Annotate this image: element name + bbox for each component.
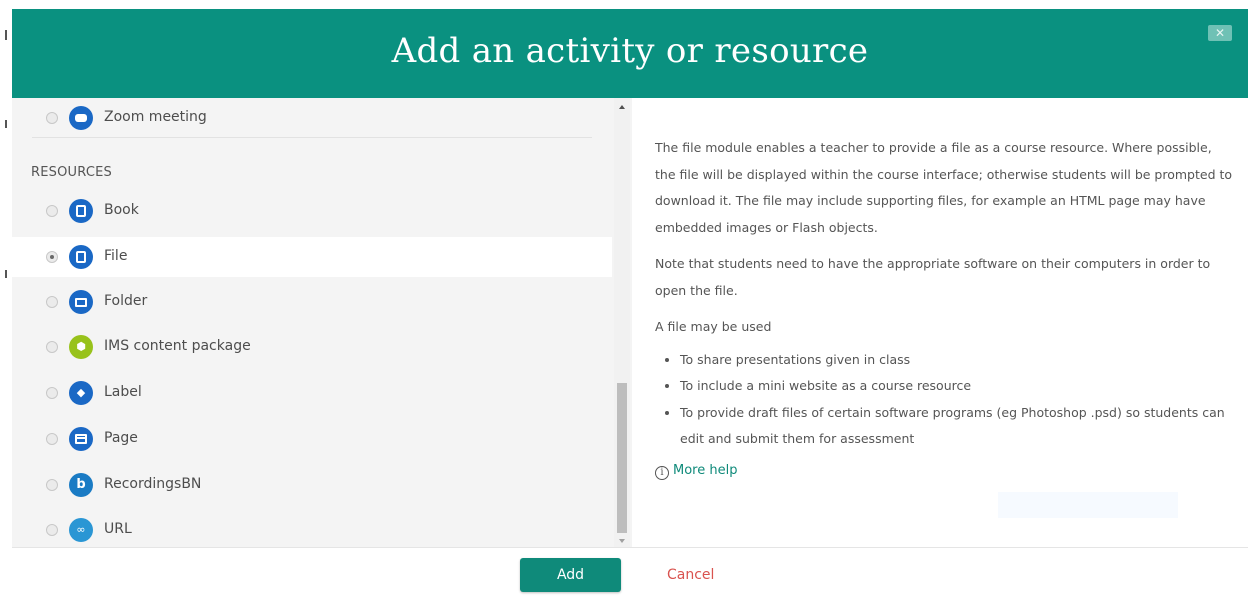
background-page-edge	[0, 0, 12, 600]
dialog-footer: Add Cancel	[12, 547, 1248, 600]
scroll-up-icon[interactable]	[619, 105, 625, 109]
add-button[interactable]: Add	[520, 558, 621, 592]
list-item-label: Folder	[104, 293, 148, 309]
list-item-file[interactable]: File	[12, 237, 612, 277]
edge-mark	[5, 270, 7, 278]
file-icon	[69, 245, 93, 269]
help-bullet: To include a mini website as a course re…	[655, 373, 1235, 400]
list-item-zoom-meeting[interactable]: Zoom meeting	[12, 98, 612, 138]
radio-label[interactable]	[46, 387, 58, 399]
list-item-label-resource[interactable]: ◆ Label	[12, 373, 612, 413]
recordings-icon: b	[69, 473, 93, 497]
list-item-label: URL	[104, 521, 132, 537]
folder-icon	[69, 290, 93, 314]
list-item-label: Page	[104, 430, 138, 446]
radio-page[interactable]	[46, 433, 58, 445]
more-help-label: More help	[673, 463, 738, 478]
radio-recordingsbn[interactable]	[46, 479, 58, 491]
faded-tooltip	[998, 492, 1178, 518]
help-paragraph: A file may be used	[655, 319, 772, 334]
list-item-recordingsbn[interactable]: b RecordingsBN	[12, 465, 612, 505]
page-icon	[69, 427, 93, 451]
add-activity-dialog: Add an activity or resource ✕ Zoom meeti…	[12, 9, 1248, 600]
radio-url[interactable]	[46, 524, 58, 536]
tag-icon: ◆	[69, 381, 93, 405]
help-bullet: To provide draft files of certain softwa…	[655, 400, 1235, 453]
radio-folder[interactable]	[46, 296, 58, 308]
scrollbar-thumb[interactable]	[617, 383, 627, 533]
radio-file[interactable]	[46, 251, 58, 263]
more-help-link[interactable]: i More help	[655, 463, 737, 480]
list-item-ims-content-package[interactable]: ⬢ IMS content package	[12, 327, 612, 367]
list-item-page[interactable]: Page	[12, 419, 612, 459]
dialog-title: Add an activity or resource	[391, 31, 869, 71]
section-heading-resources: RESOURCES	[31, 165, 112, 180]
help-paragraph: The file module enables a teacher to pro…	[655, 140, 1233, 235]
list-scrollbar[interactable]	[614, 98, 630, 547]
help-panel: The file module enables a teacher to pro…	[643, 98, 1248, 547]
link-icon: ∞	[69, 518, 93, 542]
zoom-icon	[69, 106, 93, 130]
radio-ims-content-package[interactable]	[46, 341, 58, 353]
list-item-folder[interactable]: Folder	[12, 282, 612, 322]
dialog-header: Add an activity or resource ✕	[12, 9, 1248, 98]
close-icon[interactable]: ✕	[1208, 25, 1232, 41]
package-icon: ⬢	[69, 335, 93, 359]
list-item-label: Label	[104, 384, 142, 400]
book-icon	[69, 199, 93, 223]
cancel-button[interactable]: Cancel	[667, 567, 714, 583]
list-item-label: IMS content package	[104, 338, 251, 354]
help-paragraph: Note that students need to have the appr…	[655, 256, 1211, 298]
scroll-down-icon[interactable]	[619, 539, 625, 543]
radio-book[interactable]	[46, 205, 58, 217]
list-item-label: Book	[104, 202, 139, 218]
help-text: The file module enables a teacher to pro…	[655, 135, 1235, 453]
list-item-label: RecordingsBN	[104, 476, 202, 492]
info-icon: i	[655, 466, 669, 480]
edge-mark	[5, 120, 7, 128]
list-item-url[interactable]: ∞ URL	[12, 510, 612, 547]
list-item-label: Zoom meeting	[104, 109, 207, 125]
edge-mark	[5, 30, 7, 40]
module-list: Zoom meeting RESOURCES Book File Folder …	[12, 98, 632, 547]
help-bullet-list: To share presentations given in class To…	[655, 347, 1235, 453]
list-item-label: File	[104, 248, 128, 264]
list-item-book[interactable]: Book	[12, 191, 612, 231]
help-bullet: To share presentations given in class	[655, 347, 1235, 374]
radio-zoom-meeting[interactable]	[46, 112, 58, 124]
